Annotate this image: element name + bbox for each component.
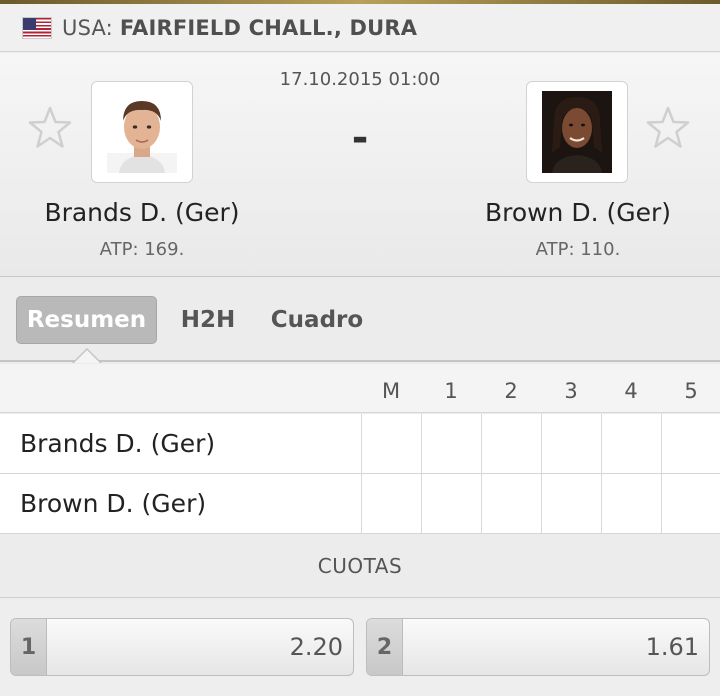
favorite-star-icon-away[interactable] — [645, 105, 691, 151]
score-cell — [361, 474, 421, 533]
score-cell — [601, 414, 661, 473]
odds-value: 2.20 — [289, 633, 343, 661]
score-cell — [361, 414, 421, 473]
score-cell — [541, 414, 601, 473]
avatar-away — [542, 91, 612, 173]
column-header-match: M — [381, 379, 401, 403]
score-cell — [481, 414, 541, 473]
avatar-home — [107, 101, 177, 173]
odds-label: 1 — [11, 619, 47, 675]
odds-button-home[interactable]: 1 2.20 — [10, 618, 354, 676]
tab-bar: Resumen H2H Cuadro — [0, 278, 720, 362]
score-cell — [661, 414, 720, 473]
score-cell — [481, 474, 541, 533]
player-photo-home[interactable] — [91, 81, 193, 183]
odds-value: 1.61 — [645, 633, 699, 661]
score-cell — [661, 474, 720, 533]
player-rank-home: ATP: 169. — [99, 239, 185, 260]
score-cell — [541, 474, 601, 533]
player-photo-away[interactable] — [526, 81, 628, 183]
usa-flag-icon — [22, 16, 52, 39]
player-rank-away: ATP: 110. — [535, 239, 621, 260]
column-header-set-2: 2 — [504, 379, 518, 403]
score-cell — [601, 474, 661, 533]
match-header: 17.10.2015 01:00 - Brands D. (Ger) ATP: … — [0, 53, 720, 277]
column-header-set-1: 1 — [444, 379, 458, 403]
odds-area: 1 2.20 2 1.61 — [0, 599, 720, 696]
tournament-title: USA: FAIRFIELD CHALL., DURA — [62, 16, 417, 40]
row-player-name: Brown D. (Ger) — [20, 489, 207, 518]
score-cell — [421, 474, 481, 533]
column-header-set-5: 5 — [684, 379, 698, 403]
favorite-star-icon-home[interactable] — [27, 105, 73, 151]
player-name-home[interactable]: Brands D. (Ger) — [0, 198, 292, 227]
score-table-header: M 1 2 3 4 5 — [0, 364, 720, 413]
tournament-country: USA: — [62, 15, 113, 40]
tab-cuadro[interactable]: Cuadro — [262, 296, 372, 344]
row-player-name: Brands D. (Ger) — [20, 429, 216, 458]
tab-resumen[interactable]: Resumen — [16, 296, 157, 344]
player-name-away[interactable]: Brown D. (Ger) — [428, 198, 720, 227]
odds-section-title: CUOTAS — [0, 534, 720, 598]
table-row: Brown D. (Ger) — [0, 474, 720, 534]
odds-label: 2 — [367, 619, 403, 675]
column-header-set-3: 3 — [564, 379, 578, 403]
score-cell — [421, 414, 481, 473]
odds-button-away[interactable]: 2 1.61 — [366, 618, 710, 676]
active-tab-pointer — [74, 350, 100, 363]
column-header-set-4: 4 — [624, 379, 638, 403]
tournament-bar[interactable]: USA: FAIRFIELD CHALL., DURA — [0, 4, 720, 52]
tournament-name: FAIRFIELD CHALL., DURA — [119, 15, 418, 40]
table-row: Brands D. (Ger) — [0, 414, 720, 474]
tab-h2h[interactable]: H2H — [170, 296, 246, 344]
